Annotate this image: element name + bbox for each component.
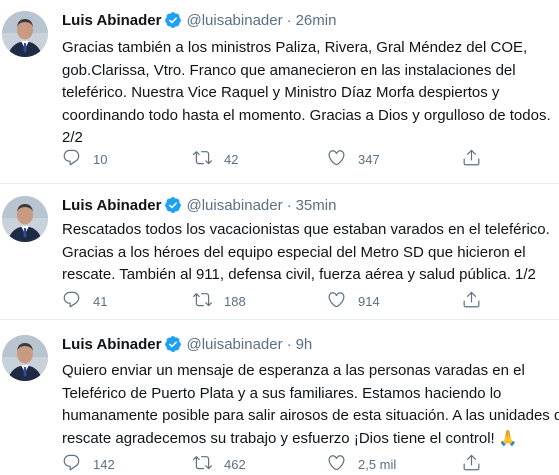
like-button[interactable]: 347 [327, 148, 380, 170]
timestamp[interactable]: 26min [296, 12, 337, 29]
reply-button[interactable]: 142 [62, 453, 115, 475]
tweet-text-line: rescate. También al 911, defensa civil, … [62, 266, 536, 283]
avatar[interactable] [2, 196, 48, 242]
reply-icon [62, 453, 93, 475]
retweet-count: 42 [224, 151, 239, 167]
share-icon [462, 148, 493, 170]
author-name[interactable]: Luis Abinader [62, 12, 161, 29]
tweet-actions: 10 42 347 [62, 148, 559, 170]
reply-count: 10 [93, 151, 108, 167]
like-count: 914 [358, 293, 380, 309]
verified-badge-icon [164, 335, 182, 353]
tweet-text: Quiero enviar un mensaje de esperanza a … [62, 360, 559, 450]
reply-button[interactable]: 41 [62, 290, 107, 312]
verified-badge-icon [164, 11, 182, 29]
heart-icon [327, 453, 358, 475]
reply-icon [62, 148, 93, 170]
reply-button[interactable]: 10 [62, 148, 107, 170]
author-handle[interactable]: @luisabinader [186, 197, 282, 214]
author-name[interactable]: Luis Abinader [62, 336, 161, 353]
timestamp[interactable]: 9h [296, 336, 313, 353]
share-button[interactable] [462, 453, 493, 475]
retweet-button[interactable]: 188 [193, 290, 246, 312]
tweet-actions: 41 188 914 [62, 290, 559, 312]
tweet-text-line: humanamente posible para salir airosos d… [62, 407, 559, 424]
tweet-text-line: Gracias también a los ministros Paliza, … [62, 39, 528, 56]
retweet-icon [193, 290, 224, 312]
tweet-text-line: rescate agradecemos su trabajo y esfuerz… [62, 429, 518, 447]
share-button[interactable] [462, 290, 493, 312]
share-icon [462, 290, 493, 312]
tweet[interactable]: Luis Abinader @luisabinader · 26min Grac… [0, 0, 559, 182]
avatar[interactable] [2, 335, 48, 381]
like-count: 347 [358, 151, 380, 167]
heart-icon [327, 290, 358, 312]
reply-icon [62, 290, 93, 312]
author-handle[interactable]: @luisabinader [186, 12, 282, 29]
retweet-button[interactable]: 462 [193, 453, 246, 475]
retweet-button[interactable]: 42 [193, 148, 238, 170]
tweet-text-line: coordinando todo hasta el momento. Graci… [62, 106, 551, 124]
author-handle[interactable]: @luisabinader [186, 336, 282, 353]
tweet-text-line: Rescatados todos los vacacionistas que e… [62, 221, 550, 238]
tweet-text: Gracias también a los ministros Paliza, … [62, 37, 559, 150]
separator-dot: · [286, 335, 292, 353]
like-button[interactable]: 914 [327, 290, 380, 312]
avatar[interactable] [2, 11, 48, 57]
share-button[interactable] [462, 148, 493, 170]
heart-icon [327, 148, 358, 170]
tweet-text-line: Gracias a los héroes del equipo especial… [62, 243, 526, 261]
author-name[interactable]: Luis Abinader [62, 197, 161, 214]
reply-count: 142 [93, 456, 115, 472]
timestamp[interactable]: 35min [296, 197, 337, 214]
retweet-icon [193, 453, 224, 475]
tweet-text-line: Quiero enviar un mensaje de esperanza a … [62, 362, 525, 379]
tweet-text-line: 2/2 [62, 129, 83, 146]
like-button[interactable]: 2,5 mil [327, 453, 396, 475]
retweet-icon [193, 148, 224, 170]
tweet[interactable]: Luis Abinader @luisabinader · 9h Quiero … [0, 320, 559, 472]
like-count: 2,5 mil [358, 456, 397, 472]
tweet-text-line: gob.Clarissa, Vtro. Franco que amanecier… [62, 61, 516, 79]
tweet-text-line: Teleférico de Puerto Plata y a sus famil… [62, 384, 502, 402]
tweet[interactable]: Luis Abinader @luisabinader · 35min Resc… [0, 184, 559, 318]
verified-badge-icon [164, 196, 182, 214]
share-icon [462, 453, 493, 475]
retweet-count: 462 [224, 456, 246, 472]
separator-dot: · [286, 11, 292, 29]
reply-count: 41 [93, 293, 108, 309]
tweet-actions: 142 462 2,5 mil [62, 453, 559, 475]
separator-dot: · [286, 196, 292, 214]
retweet-count: 188 [224, 293, 246, 309]
tweet-text-line: teleférico. Nuestra Vice Raquel y Minist… [62, 84, 500, 101]
tweet-text: Rescatados todos los vacacionistas que e… [62, 219, 559, 287]
